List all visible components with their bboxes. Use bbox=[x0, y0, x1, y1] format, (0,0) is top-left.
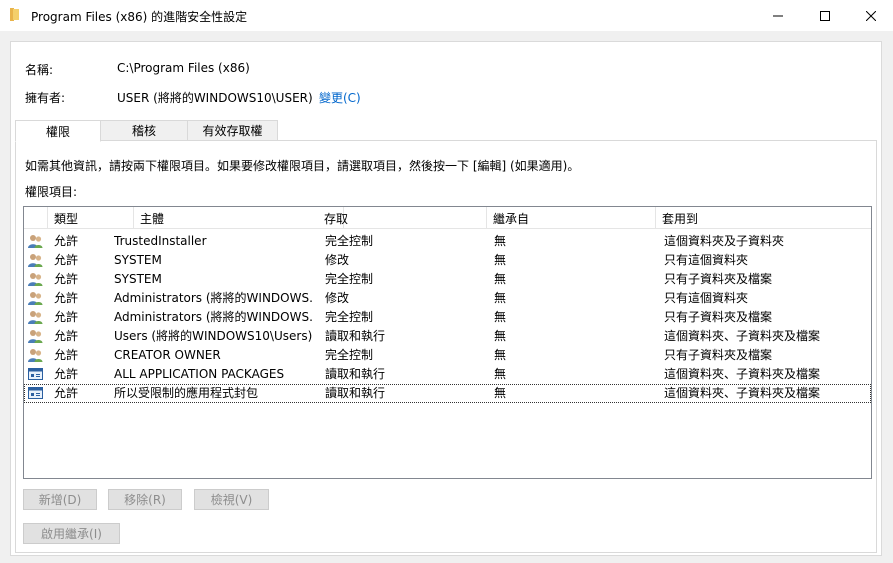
table-row[interactable]: 允許 SYSTEM 修改 無 只有這個資料夾 bbox=[24, 251, 871, 270]
column-header-applies-to[interactable]: 套用到 bbox=[656, 207, 871, 229]
tab-effective-access[interactable]: 有效存取權 bbox=[187, 120, 278, 141]
cell-principal: CREATOR OWNER bbox=[114, 348, 221, 362]
cell-inherited-from: 無 bbox=[494, 272, 507, 286]
cell-type: 允許 bbox=[54, 272, 79, 286]
users-icon bbox=[27, 271, 44, 288]
tab-label: 權限 bbox=[45, 124, 70, 139]
cell-access: 完全控制 bbox=[325, 310, 374, 324]
cell-inherited-from: 無 bbox=[494, 291, 507, 305]
cell-applies-to: 只有子資料夾及檔案 bbox=[664, 272, 773, 286]
window-title: Program Files (x86) 的進階安全性設定 bbox=[31, 10, 248, 24]
cell-inherited-from: 無 bbox=[494, 329, 507, 343]
tab-auditing[interactable]: 稽核 bbox=[100, 120, 188, 141]
column-header-type[interactable]: 類型 bbox=[48, 207, 134, 229]
cell-access: 讀取和執行 bbox=[325, 386, 386, 400]
cell-applies-to: 只有這個資料夾 bbox=[664, 291, 749, 305]
table-row[interactable]: 允許 ALL APPLICATION PACKAGES 讀取和執行 無 這個資料夾、子資… bbox=[24, 365, 871, 384]
cell-access: 完全控制 bbox=[325, 234, 374, 248]
cell-type: 允許 bbox=[54, 253, 79, 267]
tab-label: 有效存取權 bbox=[202, 124, 263, 138]
cell-principal: ALL APPLICATION PACKAGES bbox=[114, 367, 285, 381]
change-owner-link[interactable]: 變更(C) bbox=[319, 89, 361, 106]
add-button[interactable]: 新增(D) bbox=[23, 489, 97, 510]
users-icon bbox=[27, 290, 44, 307]
column-header-principal[interactable]: 主體 bbox=[134, 207, 344, 229]
instruction-text: 如需其他資訊，請按兩下權限項目。如果要修改權限項目，請選取項目，然後按一下 [編… bbox=[25, 159, 580, 173]
title-bar: Program Files (x86) 的進階安全性設定 bbox=[0, 0, 893, 31]
cell-applies-to: 這個資料夾、子資料夾及檔案 bbox=[664, 386, 821, 400]
users-icon bbox=[27, 328, 44, 345]
package-icon bbox=[27, 385, 44, 402]
users-icon bbox=[27, 309, 44, 326]
package-icon bbox=[27, 366, 44, 383]
users-icon bbox=[27, 347, 44, 364]
cell-type: 允許 bbox=[54, 348, 79, 362]
cell-applies-to: 這個資料夾、子資料夾及檔案 bbox=[664, 329, 821, 343]
cell-principal: 所以受限制的應用程式封包 bbox=[114, 386, 259, 400]
table-row[interactable]: 允許 所以受限制的應用程式封包 讀取和執行 無 這個資料夾、子資料夾及檔案 bbox=[24, 384, 871, 403]
cell-type: 允許 bbox=[54, 310, 79, 324]
cell-principal: SYSTEM bbox=[114, 272, 162, 286]
dialog-content: 名稱: C:\Program Files (x86) 擁有者: USER (將將… bbox=[10, 41, 882, 556]
maximize-icon bbox=[820, 10, 830, 21]
minimize-button[interactable] bbox=[755, 0, 801, 31]
cell-inherited-from: 無 bbox=[494, 253, 507, 267]
cell-type: 允許 bbox=[54, 367, 79, 381]
name-label: 名稱: bbox=[25, 63, 54, 77]
column-header-inherited-from[interactable]: 繼承自 bbox=[487, 207, 656, 229]
tab-label: 稽核 bbox=[131, 124, 156, 138]
cell-type: 允許 bbox=[54, 291, 79, 305]
table-row[interactable]: 允許 SYSTEM 完全控制 無 只有子資料夾及檔案 bbox=[24, 270, 871, 289]
permission-entries-list[interactable]: 類型 主體 存取 繼承自 套用到 允許 TrustedInstaller 完全控制無… bbox=[23, 206, 872, 479]
cell-inherited-from: 無 bbox=[494, 310, 507, 324]
cell-inherited-from: 無 bbox=[494, 367, 507, 381]
table-row[interactable]: 允許 Users (將將的WINDOWS10\Users) 讀取和執行 無 這個資料夾、… bbox=[24, 327, 871, 346]
owner-label: 擁有者: bbox=[25, 91, 66, 105]
cell-applies-to: 只有這個資料夾 bbox=[664, 253, 749, 267]
close-button[interactable] bbox=[848, 0, 893, 31]
maximize-button[interactable] bbox=[802, 0, 848, 31]
column-header-access[interactable]: 存取 bbox=[318, 207, 487, 229]
table-row[interactable]: 允許 Administrators (將將的WINDOWS... 修改 無 只有這個資料… bbox=[24, 289, 871, 308]
cell-type: 允許 bbox=[54, 386, 79, 400]
cell-inherited-from: 無 bbox=[494, 234, 507, 248]
cell-inherited-from: 無 bbox=[494, 386, 507, 400]
table-row[interactable]: 允許 Administrators (將將的WINDOWS... 完全控制 無 只有子資… bbox=[24, 308, 871, 327]
permission-entries-label: 權限項目: bbox=[25, 185, 78, 199]
cell-principal: Users (將將的WINDOWS10\Users) bbox=[114, 329, 313, 343]
cell-principal: TrustedInstaller bbox=[114, 234, 207, 248]
cell-access: 完全控制 bbox=[325, 348, 374, 362]
minimize-icon bbox=[773, 15, 783, 16]
name-value: C:\Program Files (x86) bbox=[117, 61, 250, 75]
cell-principal: Administrators (將將的WINDOWS... bbox=[114, 291, 314, 305]
users-icon bbox=[27, 252, 44, 269]
enable-inheritance-button[interactable]: 啟用繼承(I) bbox=[23, 523, 120, 544]
cell-access: 完全控制 bbox=[325, 272, 374, 286]
remove-button[interactable]: 移除(R) bbox=[108, 489, 182, 510]
list-header: 類型 主體 存取 繼承自 套用到 bbox=[24, 207, 871, 229]
cell-applies-to: 只有子資料夾及檔案 bbox=[664, 348, 773, 362]
cell-access: 讀取和執行 bbox=[325, 329, 386, 343]
owner-value: USER (將將的WINDOWS10\USER) bbox=[117, 91, 313, 105]
cell-type: 允許 bbox=[54, 329, 79, 343]
cell-applies-to: 這個資料夾、子資料夾及檔案 bbox=[664, 367, 821, 381]
users-icon bbox=[27, 233, 44, 250]
column-header-icon bbox=[24, 207, 48, 229]
table-row[interactable]: 允許 CREATOR OWNER 完全控制 無 只有子資料夾及檔案 bbox=[24, 346, 871, 365]
cell-applies-to: 這個資料夾及子資料夾 bbox=[664, 234, 785, 248]
tab-permissions[interactable]: 權限 bbox=[15, 120, 101, 142]
table-row[interactable]: 允許 TrustedInstaller 完全控制 無 這個資料夾及子資料夾 bbox=[24, 232, 871, 251]
cell-access: 修改 bbox=[325, 291, 350, 305]
cell-access: 修改 bbox=[325, 253, 350, 267]
cell-principal: Administrators (將將的WINDOWS... bbox=[114, 310, 314, 324]
cell-access: 讀取和執行 bbox=[325, 367, 386, 381]
folder-icon bbox=[10, 8, 19, 21]
close-icon bbox=[866, 10, 876, 21]
cell-principal: SYSTEM bbox=[114, 253, 162, 267]
cell-type: 允許 bbox=[54, 234, 79, 248]
view-button[interactable]: 檢視(V) bbox=[194, 489, 269, 510]
tab-strip: 權限 稽核 有效存取權 bbox=[15, 120, 877, 142]
cell-inherited-from: 無 bbox=[494, 348, 507, 362]
cell-applies-to: 只有子資料夾及檔案 bbox=[664, 310, 773, 324]
